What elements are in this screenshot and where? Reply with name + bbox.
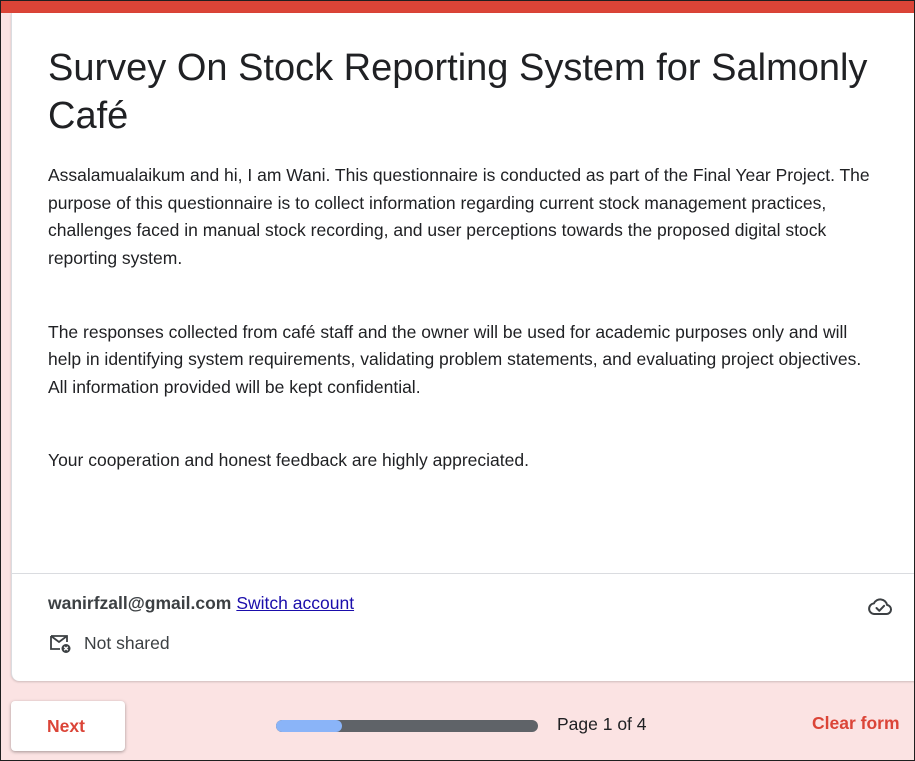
description-paragraph: The responses collected from café staff …: [48, 321, 862, 397]
form-description: Assalamualaikum and hi, I am Wani. This …: [48, 162, 878, 475]
progress-bar: [276, 720, 538, 732]
description-paragraph: Assalamualaikum and hi, I am Wani. This …: [48, 165, 870, 268]
mail-not-shared-icon: [50, 635, 71, 653]
page-indicator: Page 1 of 4: [557, 714, 647, 734]
progress-bar-fill: [276, 720, 342, 732]
next-button[interactable]: Next: [11, 701, 125, 751]
clear-form-button[interactable]: Clear form: [812, 713, 900, 734]
switch-account-link[interactable]: Switch account: [236, 593, 354, 614]
form-title: Survey On Stock Reporting System for Sal…: [48, 47, 868, 137]
form-page: Survey On Stock Reporting System for Sal…: [0, 0, 915, 761]
account-row: wanirfzall@gmail.com Switch account: [48, 593, 354, 614]
shared-status-label: Not shared: [84, 632, 170, 653]
form-footer: Next Page 1 of 4 Clear form: [1, 682, 914, 760]
shared-status-row: Not shared: [48, 631, 170, 655]
cloud-saved-icon: [868, 598, 892, 615]
header-divider: [12, 573, 914, 574]
form-accent-bar: [1, 1, 914, 13]
form-header-content: Survey On Stock Reporting System for Sal…: [48, 45, 878, 475]
description-paragraph: Your cooperation and honest feedback are…: [48, 450, 529, 471]
account-email: wanirfzall@gmail.com: [48, 593, 232, 613]
form-header-card: Survey On Stock Reporting System for Sal…: [11, 13, 914, 681]
